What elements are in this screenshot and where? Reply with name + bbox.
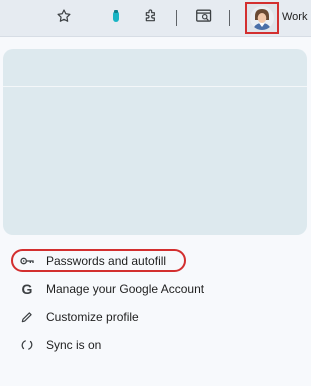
profile-name-label: Work [282, 11, 308, 23]
tab-search-button[interactable] [192, 6, 216, 30]
toolbar-separator [229, 10, 230, 26]
browser-toolbar: Work [0, 0, 311, 37]
pencil-icon [18, 308, 36, 326]
avatar [250, 6, 274, 30]
extension-dot-icon [110, 8, 122, 29]
extensions-menu-button[interactable] [139, 6, 163, 30]
star-icon [56, 8, 72, 29]
sync-icon [18, 336, 36, 354]
google-g-icon: G [21, 281, 33, 297]
profile-menu: Passwords and autofill G Manage your Goo… [0, 37, 311, 386]
puzzle-icon [143, 8, 159, 29]
toolbar-separator [176, 10, 177, 26]
profile-card [3, 49, 307, 235]
menu-item-manage-account[interactable]: G Manage your Google Account [10, 276, 304, 302]
menu-item-label: Manage your Google Account [46, 282, 205, 296]
tab-search-icon [195, 8, 213, 29]
menu-item-label: Sync is on [46, 338, 102, 352]
bookmark-star-button[interactable] [52, 6, 76, 30]
profile-button[interactable] [245, 2, 279, 34]
menu-item-customize-profile[interactable]: Customize profile [10, 304, 304, 330]
highlight-outline [11, 249, 186, 272]
card-divider [3, 86, 307, 87]
menu-item-sync[interactable]: Sync is on [10, 332, 304, 358]
menu-item-label: Customize profile [46, 310, 139, 324]
extension-button[interactable] [104, 6, 128, 30]
browser-window: Work Passwords and autofill G Manage you… [0, 0, 311, 386]
